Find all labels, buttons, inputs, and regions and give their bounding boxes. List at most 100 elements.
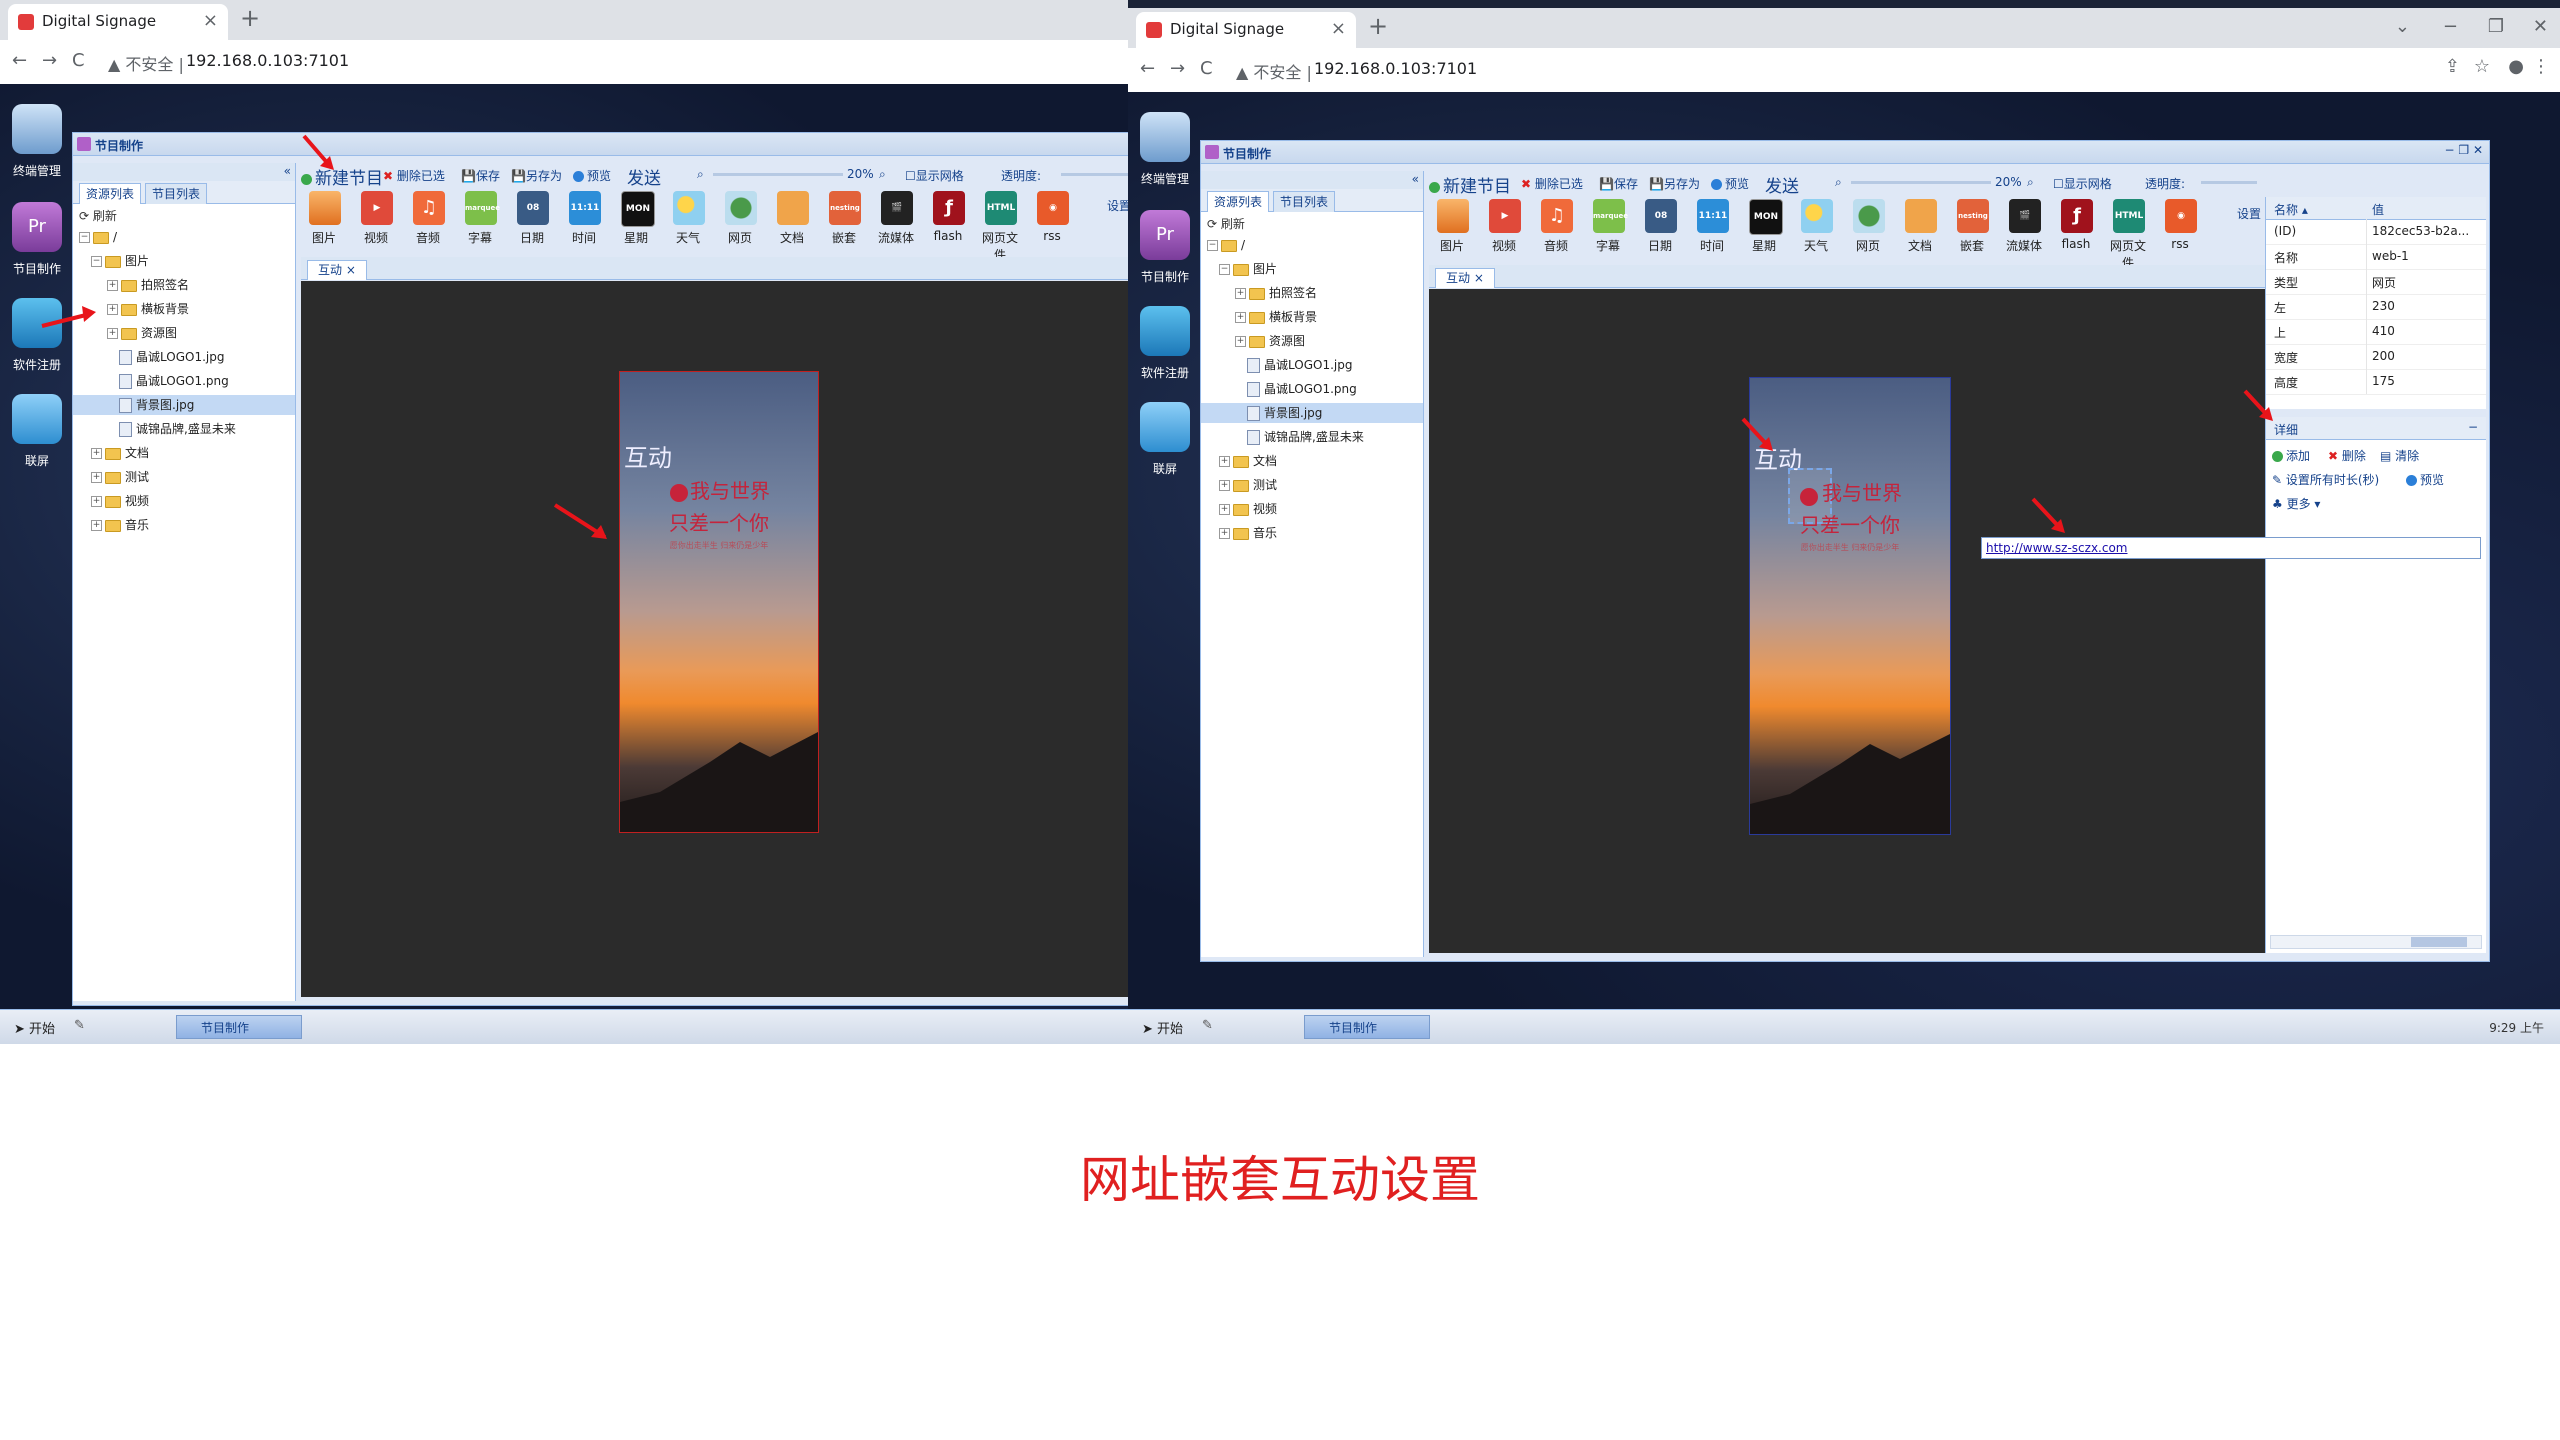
tree-root[interactable]: − / xyxy=(1207,235,1245,255)
tree-file-selected[interactable]: 背景图.jpg xyxy=(1201,403,1423,423)
audio-widget-button[interactable]: ♫ 音频 xyxy=(405,189,451,247)
tab-interactive[interactable]: 互动 × xyxy=(1435,268,1495,288)
audio-widget-button[interactable]: ♫ 音频 xyxy=(1533,197,1579,255)
zoom-slider[interactable] xyxy=(713,173,843,176)
save-as-button[interactable]: 💾另存为 xyxy=(1649,175,1700,192)
clear-button[interactable]: ▤ 清除 xyxy=(2380,447,2419,464)
collapse-icon[interactable]: « xyxy=(1412,172,1419,186)
tree-file[interactable]: 诚锦品牌,盛显未来 xyxy=(119,419,236,439)
image-widget-button[interactable]: 图片 xyxy=(301,189,347,247)
property-row[interactable]: 类型 网页 xyxy=(2266,269,2486,295)
more-menu[interactable]: ♣ 更多 ▾ xyxy=(2272,495,2320,512)
browser-tab[interactable]: Digital Signage × xyxy=(8,4,228,40)
browser-tab[interactable]: Digital Signage × xyxy=(1136,12,1356,48)
back-icon[interactable]: ← xyxy=(1140,58,1155,79)
property-row[interactable]: 高度 175 xyxy=(2266,369,2486,395)
close-tab-icon[interactable]: × xyxy=(203,10,218,31)
save-button[interactable]: 💾保存 xyxy=(1599,175,1638,192)
edit-icon[interactable]: ✎ xyxy=(74,1018,85,1033)
preview-button[interactable]: 预览 xyxy=(1711,175,1749,192)
property-row[interactable]: 左 230 xyxy=(2266,294,2486,320)
property-row[interactable]: 上 410 xyxy=(2266,319,2486,345)
bookmark-star-icon[interactable]: ☆ xyxy=(2474,56,2490,77)
delete-button[interactable]: ✖ 删除已选 xyxy=(1521,175,1583,192)
col-name-header[interactable]: 名称 ▴ xyxy=(2274,201,2308,218)
weather-widget-button[interactable]: 天气 xyxy=(1793,197,1839,255)
tree-file[interactable]: 晶诚LOGO1.jpg xyxy=(1247,355,1352,375)
tree-file[interactable]: 晶诚LOGO1.jpg xyxy=(119,347,224,367)
edit-icon[interactable]: ✎ xyxy=(1202,1018,1213,1033)
flash-widget-button[interactable]: ƒ flash xyxy=(925,189,971,247)
menu-icon[interactable]: ⋮ xyxy=(2532,56,2550,77)
tree-folder[interactable]: + 音乐 xyxy=(91,515,149,535)
tree-folder-images[interactable]: − 图片 xyxy=(91,251,149,271)
taskbar-program-button[interactable]: 节目制作 xyxy=(1304,1015,1430,1039)
zoom-slider[interactable] xyxy=(1851,181,1991,184)
set-duration-button[interactable]: ✎ 设置所有时长(秒) xyxy=(2272,471,2379,488)
add-button[interactable]: 添加 xyxy=(2272,447,2310,464)
zoom-in-icon[interactable]: ⌕ xyxy=(2027,175,2034,190)
date-widget-button[interactable]: 08 日期 xyxy=(1637,197,1683,255)
taskbar-program-button[interactable]: 节目制作 xyxy=(176,1015,302,1039)
url-field[interactable]: 192.168.0.103:7101 xyxy=(186,51,349,70)
delete-button[interactable]: ✖ 删除已选 xyxy=(383,167,445,184)
tree-folder[interactable]: + 横板背景 xyxy=(107,299,189,319)
start-button[interactable]: ➤ 开始 xyxy=(14,1018,55,1037)
send-button[interactable]: 发送 xyxy=(1765,172,1799,197)
forward-icon[interactable]: → xyxy=(42,50,57,71)
tab-search-icon[interactable]: ⌄ xyxy=(2395,16,2410,37)
multi-screen-icon[interactable] xyxy=(12,394,62,444)
window-controls[interactable]: − ❐ ✕ xyxy=(2445,143,2484,157)
program-make-icon[interactable]: Pr xyxy=(1140,210,1190,260)
collapse-icon[interactable]: « xyxy=(284,164,291,178)
program-make-icon[interactable]: Pr xyxy=(12,202,62,252)
document-widget-button[interactable]: 文档 xyxy=(1897,197,1943,255)
date-widget-button[interactable]: 08 日期 xyxy=(509,189,555,247)
tab-resource-list[interactable]: 资源列表 xyxy=(1207,191,1270,212)
forward-icon[interactable]: → xyxy=(1170,58,1185,79)
opacity-slider[interactable] xyxy=(2201,181,2257,184)
tree-folder[interactable]: + 资源图 xyxy=(107,323,177,343)
tree-folder[interactable]: + 视频 xyxy=(91,491,149,511)
tree-file-selected[interactable]: 背景图.jpg xyxy=(73,395,295,415)
property-row[interactable]: (ID) 182cec53-b2a... xyxy=(2266,219,2486,245)
reload-icon[interactable]: C xyxy=(72,50,85,71)
zoom-out-icon[interactable]: ⌕ xyxy=(1835,175,1842,190)
close-tab-icon[interactable]: × xyxy=(1331,18,1346,39)
design-canvas[interactable]: 互动 我与世界 只差一个你 愿你出走半生 归来仍是少年 xyxy=(301,281,1128,997)
interactive-overlay-label[interactable]: 互动 xyxy=(624,438,672,473)
settings-label[interactable]: 设置 xyxy=(1107,197,1128,214)
refresh-button[interactable]: ⟳ 刷新 xyxy=(1207,215,1245,232)
start-button[interactable]: ➤ 开始 xyxy=(1142,1018,1183,1037)
stream-widget-button[interactable]: 🎬 流媒体 xyxy=(2001,197,2047,255)
nesting-widget-button[interactable]: nesting 嵌套 xyxy=(821,189,867,247)
program-preview[interactable]: 互动 我与世界 只差一个你 愿你出走半生 归来仍是少年 xyxy=(1749,377,1951,835)
zoom-out-icon[interactable]: ⌕ xyxy=(697,167,704,182)
week-widget-button[interactable]: MON 星期 xyxy=(1741,197,1787,255)
tree-folder[interactable]: + 拍照签名 xyxy=(107,275,189,295)
url-field[interactable]: 192.168.0.103:7101 xyxy=(1314,59,1477,78)
tab-program-list[interactable]: 节目列表 xyxy=(145,183,208,204)
week-widget-button[interactable]: MON 星期 xyxy=(613,189,659,247)
refresh-button[interactable]: ⟳ 刷新 xyxy=(79,207,117,224)
rss-widget-button[interactable]: ◉ rss xyxy=(1029,189,1075,247)
col-value-header[interactable]: 值 xyxy=(2372,201,2384,218)
nesting-widget-button[interactable]: nesting 嵌套 xyxy=(1949,197,1995,255)
video-widget-button[interactable]: ▶ 视频 xyxy=(1481,197,1527,255)
html-widget-button[interactable]: HTML 网页文件 xyxy=(977,189,1023,262)
tree-root[interactable]: − / xyxy=(79,227,117,247)
design-canvas[interactable]: 互动 我与世界 只差一个你 愿你出走半生 归来仍是少年 xyxy=(1429,289,2265,953)
event-preview-button[interactable]: 预览 xyxy=(2406,471,2444,488)
zoom-in-icon[interactable]: ⌕ xyxy=(879,167,886,182)
terminal-manage-icon[interactable] xyxy=(1140,112,1190,162)
rss-widget-button[interactable]: ◉ rss xyxy=(2157,197,2203,255)
webpage-widget-button[interactable]: 网页 xyxy=(1845,197,1891,255)
send-button[interactable]: 发送 xyxy=(627,164,661,189)
delete-event-button[interactable]: ✖ 删除 xyxy=(2328,447,2366,464)
close-window-icon[interactable]: ✕ xyxy=(2533,16,2548,37)
property-row[interactable]: 宽度 200 xyxy=(2266,344,2486,370)
profile-icon[interactable]: ● xyxy=(2508,56,2524,77)
tree-folder[interactable]: + 音乐 xyxy=(1219,523,1277,543)
new-program-button[interactable]: 新建节目 xyxy=(1429,172,1511,197)
scroll-thumb[interactable] xyxy=(2411,937,2467,947)
